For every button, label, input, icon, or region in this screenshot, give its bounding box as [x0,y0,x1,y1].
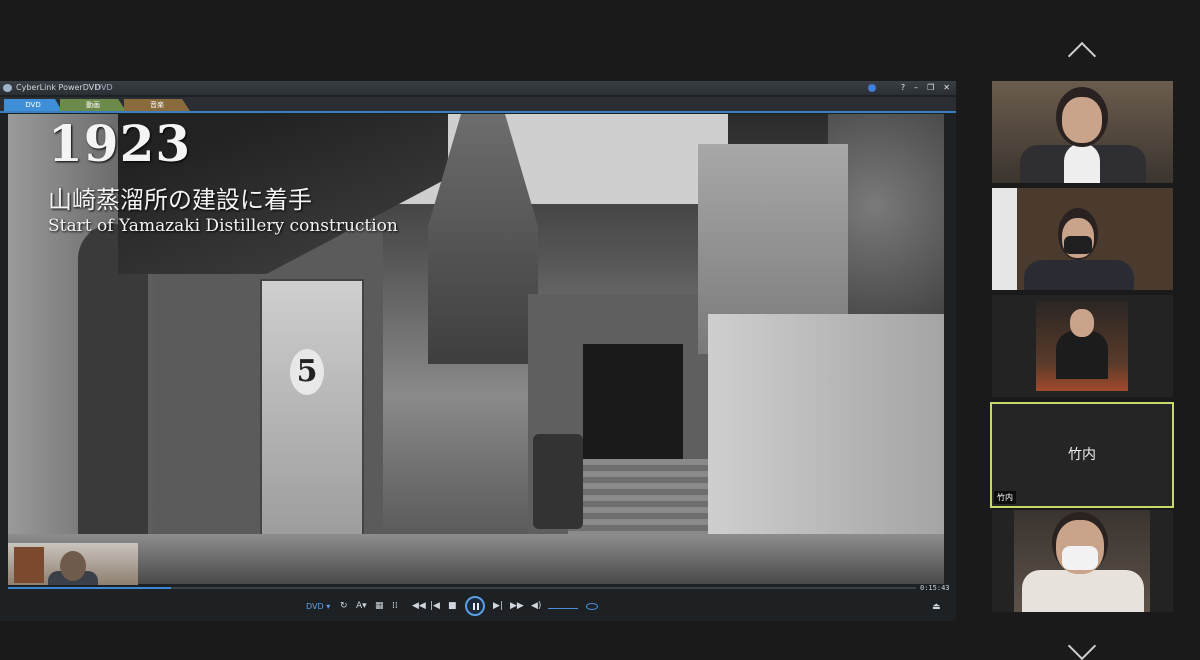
participant-video-3[interactable] [992,295,1173,397]
participant-body [1056,331,1108,379]
participant-body [1022,570,1144,612]
caption-year: 1923 [48,114,192,173]
participant-face [1070,309,1094,337]
powerdvd-logo-icon [3,84,12,92]
face-mask [1064,236,1092,254]
participant-name-tag: 竹内 [994,491,1016,504]
face-mask [1062,546,1098,570]
participant-video-2[interactable] [992,188,1173,290]
help-button[interactable]: ? [901,81,905,95]
view-mode-icon[interactable] [586,603,598,610]
seek-bar-progress [8,587,172,589]
volume-icon[interactable]: ◀) [531,601,541,611]
stop-icon[interactable]: ■ [448,601,457,611]
settings-icon[interactable]: ⁞⁞ [392,601,398,611]
gate-number: 5 [290,349,324,395]
video-dark-doorway [583,344,683,464]
app-subtitle: DVD [95,83,113,92]
caption-english: Start of Yamazaki Distillery constructio… [48,216,398,236]
video-barrel [533,434,583,529]
title-bar: CyberLink PowerDVD DVD ? – ❐ ✕ [0,81,956,95]
presenter-bookshelf [14,547,44,583]
subtitle-icon[interactable]: A▾ [356,601,367,611]
video-steps [568,459,708,544]
next-chapter-icon[interactable]: ▶| [493,601,503,611]
minimize-button[interactable]: – [914,81,918,95]
tab-video[interactable]: 動画 [60,99,126,111]
participant-video-5[interactable] [992,510,1173,612]
time-readout: 0:15:43 [920,584,950,592]
participant-name: 竹内 [1068,447,1096,463]
scroll-down-chevron-icon[interactable] [1066,631,1098,660]
participant-body [1024,260,1134,290]
repeat-icon[interactable]: ↻ [340,601,348,611]
rewind-icon[interactable]: ◀◀ [412,601,426,611]
pause-button[interactable] [465,596,485,616]
eject-icon[interactable]: ⏏ [932,602,941,612]
participant-bar-scene [1036,301,1128,391]
info-icon[interactable] [868,84,876,92]
volume-slider[interactable] [548,608,578,609]
scroll-up-chevron-icon[interactable] [1066,40,1098,71]
chapters-icon[interactable]: ▦ [375,601,384,611]
window-controls: ? – ❐ ✕ [901,81,950,95]
app-title: CyberLink PowerDVD [16,83,101,92]
video-warehouse-gate [260,279,364,548]
participant-room [1014,510,1150,612]
participant-active-speaker[interactable]: 竹内 竹内 [990,402,1174,508]
previous-chapter-icon[interactable]: |◀ [430,601,440,611]
seek-bar[interactable] [8,587,916,589]
playback-control-bar: DVD ▾ ↻ A▾ ▦ ⁞⁞ ◀◀ |◀ ■ ▶| ▶▶ ◀) ⏏ [0,596,956,620]
participant-video-1[interactable] [992,81,1173,183]
caption-japanese: 山崎蒸溜所の建設に着手 [48,186,312,214]
participant-shirt [1064,143,1100,183]
fast-forward-icon[interactable]: ▶▶ [510,601,524,611]
close-button[interactable]: ✕ [943,81,950,95]
powerdvd-window: CyberLink PowerDVD DVD ? – ❐ ✕ DVD 動画 音楽… [0,81,956,621]
video-ground [8,534,944,584]
restore-button[interactable]: ❐ [927,81,934,95]
presenter-head [60,551,86,581]
dvd-menu-button[interactable]: DVD ▾ [306,602,330,611]
tab-dvd[interactable]: DVD [4,99,62,111]
tab-music[interactable]: 音楽 [124,99,190,111]
media-tab-bar: DVD 動画 音楽 [0,97,956,113]
participant-face [1062,97,1102,143]
video-frame[interactable]: 5 1923 山崎蒸溜所の建設に着手 Start of Yamazaki Dis… [8,114,944,584]
presenter-video-inset[interactable] [8,543,138,585]
